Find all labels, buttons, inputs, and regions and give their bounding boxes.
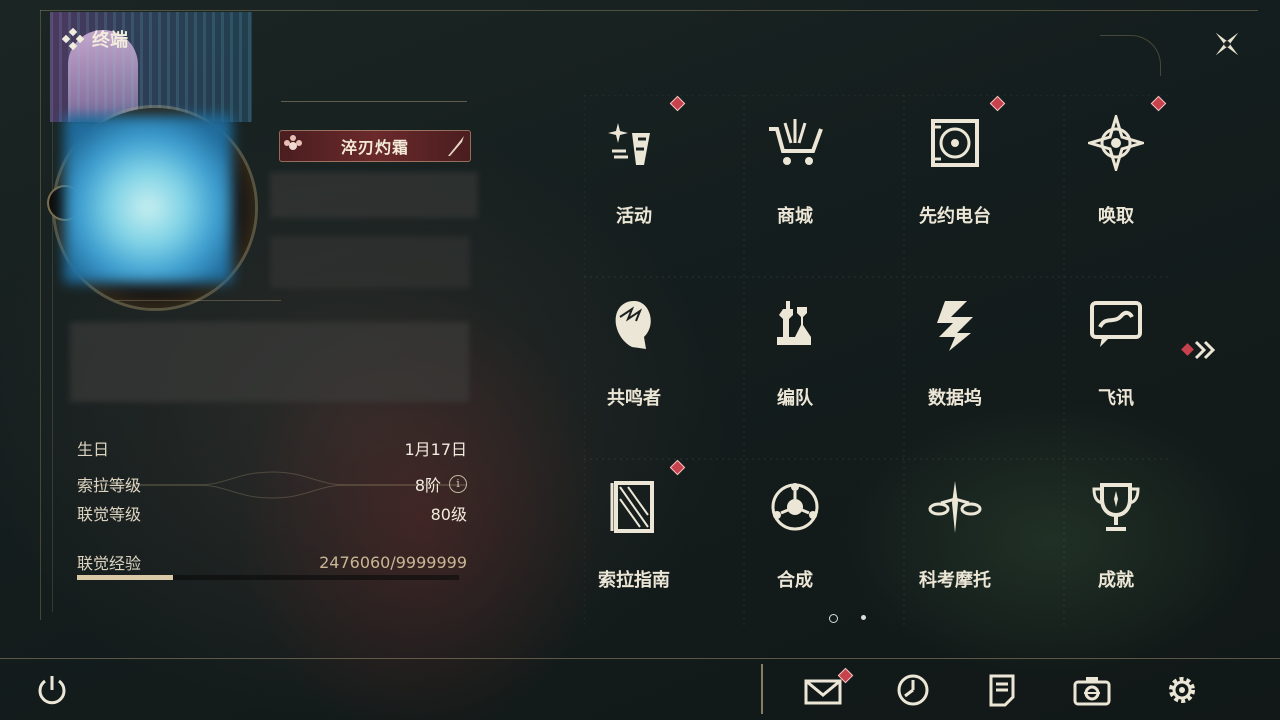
sola-level-value: 8阶 <box>414 476 441 495</box>
close-button[interactable] <box>1205 22 1249 66</box>
data-dock-icon <box>937 301 973 351</box>
exp-progress-bar <box>77 575 459 580</box>
menu-item-messages-label: 飞讯 <box>1098 388 1134 409</box>
player-name-redacted <box>270 172 478 218</box>
page-header: 终端 <box>62 26 128 52</box>
menu-item-resonators-label: 共鸣者 <box>607 388 661 409</box>
camera-button[interactable] <box>1070 668 1114 712</box>
menu-item-activity[interactable]: 活动 <box>584 95 684 245</box>
menu-item-messages[interactable]: 飞讯 <box>1066 277 1166 427</box>
player-id-redacted <box>270 236 470 288</box>
menu-item-data-bank-label: 数据坞 <box>928 388 982 409</box>
page-indicator[interactable] <box>861 615 866 620</box>
menu-item-achievements[interactable]: 成就 <box>1066 459 1166 609</box>
union-exp-value: 2476060/9999999 <box>319 552 467 572</box>
character-head-icon <box>615 301 651 349</box>
double-chevron-right-icon[interactable] <box>1180 338 1222 362</box>
sola-level-row: 索拉等级 8阶 i <box>77 472 467 496</box>
birthday-label: 生日 <box>77 440 110 459</box>
title-tag-badge[interactable]: 淬刃灼霜 <box>279 130 471 162</box>
settings-gear-icon <box>1169 677 1195 703</box>
diamond-cluster-icon <box>62 28 84 50</box>
sola-level-value-wrap: 8阶 i <box>415 472 467 496</box>
info-icon[interactable]: i <box>449 475 467 493</box>
menu-item-shop-label: 商城 <box>777 206 813 227</box>
menu-item-convene-label: 唤取 <box>1098 206 1134 227</box>
union-exp-label: 联觉经验 <box>77 554 142 573</box>
union-level-label: 联觉等级 <box>77 505 142 524</box>
shopping-cart-icon <box>769 119 823 165</box>
menu-item-synthesis-label: 合成 <box>777 570 813 591</box>
power-button[interactable] <box>30 668 74 712</box>
power-icon <box>38 676 66 705</box>
radio-record-icon <box>931 119 979 167</box>
frame-corner <box>1100 35 1161 76</box>
bottom-bar-separator <box>761 664 763 714</box>
menu-item-guidebook[interactable]: 索拉指南 <box>584 459 684 609</box>
menu-item-team-label: 编队 <box>777 388 813 409</box>
menu-item-motorbike[interactable]: 科考摩托 <box>905 459 1005 609</box>
menu-item-radio-label: 先约电台 <box>919 206 991 227</box>
menu-item-guidebook-label: 索拉指南 <box>598 570 670 591</box>
menu-item-resonators[interactable]: 共鸣者 <box>584 277 684 427</box>
motorbike-icon <box>928 481 982 533</box>
frame-top-line <box>40 10 1258 11</box>
birthday-row: 生日 1月17日 <box>77 436 467 460</box>
menu-item-team[interactable]: 编队 <box>745 277 845 427</box>
page-indicator-current[interactable] <box>829 614 838 623</box>
sparkle-flag-icon <box>608 123 650 165</box>
menu-item-radio[interactable]: 先约电台 <box>905 95 1005 245</box>
menu-item-shop[interactable]: 商城 <box>745 95 845 245</box>
bottom-bar-divider <box>0 658 1280 659</box>
menu-item-achievements-label: 成就 <box>1098 570 1134 591</box>
menu-item-activity-label: 活动 <box>616 206 652 227</box>
signature-redacted[interactable] <box>70 322 469 402</box>
clock-icon <box>897 674 929 706</box>
close-star-icon <box>1215 32 1239 56</box>
title-tag-label: 淬刃灼霜 <box>340 138 409 157</box>
menu-item-data-bank[interactable]: 数据坞 <box>905 277 1005 427</box>
union-level-row: 联觉等级 80级 <box>77 501 467 525</box>
birthday-value: 1月17日 <box>404 440 467 459</box>
mail-icon <box>804 679 842 705</box>
union-level-value: 80级 <box>430 505 467 524</box>
camera-icon <box>1073 677 1111 706</box>
notes-button[interactable] <box>980 668 1024 712</box>
avatar[interactable] <box>64 115 232 283</box>
page-title: 终端 <box>92 30 128 51</box>
flower-icon <box>284 135 302 150</box>
frame-left-line <box>40 10 41 620</box>
chat-bubble-icon <box>1090 301 1142 347</box>
exp-progress-fill <box>77 575 173 580</box>
guide-book-icon <box>610 481 654 533</box>
settings-button[interactable] <box>1160 668 1204 712</box>
divider <box>116 300 281 301</box>
sola-level-label: 索拉等级 <box>77 476 142 495</box>
clock-button[interactable] <box>891 668 935 712</box>
menu-item-synthesis[interactable]: 合成 <box>745 459 845 609</box>
menu-item-motorbike-label: 科考摩托 <box>919 570 991 591</box>
compass-star-icon <box>1088 115 1144 171</box>
union-exp-row: 联觉经验 2476060/9999999 <box>77 550 467 574</box>
notes-icon <box>989 674 1015 707</box>
divider <box>281 101 467 102</box>
chess-pieces-icon <box>777 301 811 345</box>
synthesis-orb-icon <box>771 483 819 531</box>
blade-icon <box>448 136 464 156</box>
trophy-icon <box>1092 483 1140 531</box>
menu-item-convene[interactable]: 唤取 <box>1066 95 1166 245</box>
